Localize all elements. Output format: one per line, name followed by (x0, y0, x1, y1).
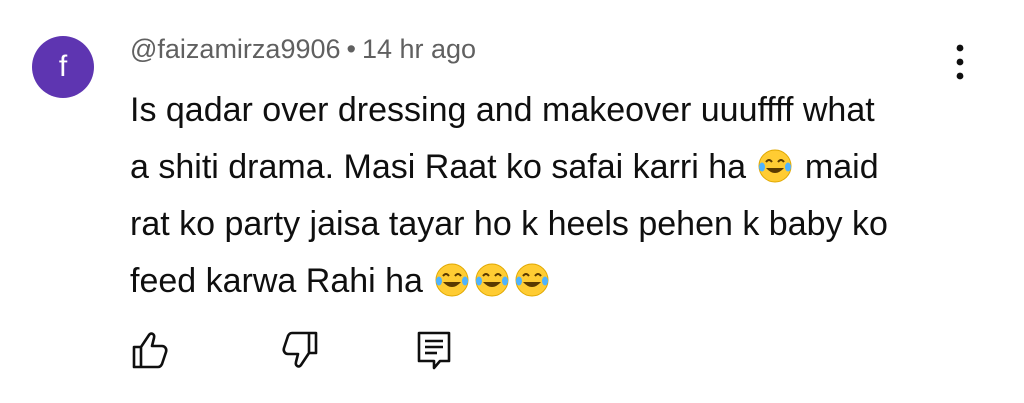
comment-text-line-4: feed karwa Rahi ha (130, 262, 423, 300)
meta-separator: • (346, 34, 356, 64)
author-name[interactable]: @faizamirza9906 (130, 34, 341, 64)
laughing-emoji-icon (514, 259, 550, 297)
comment-text-line-2-after: maid (795, 148, 879, 186)
comment-item: f @faizamirza9906 • 14 hr ago Is qadar ove… (0, 0, 1024, 403)
comment-header: @faizamirza9906 • 14 hr ago (130, 34, 476, 65)
laughing-emoji-icon (757, 145, 793, 183)
comment-text-line-2: a shiti drama. Masi Raat ko safai karri … (130, 148, 747, 186)
comment-text-line-1: Is qadar over dressing and makeover uuuf… (130, 91, 875, 129)
avatar-letter: f (58, 50, 68, 83)
timestamp[interactable]: 14 hr ago (362, 34, 476, 64)
reply-comment-icon[interactable] (412, 328, 456, 372)
thumbs-up-icon[interactable] (128, 328, 172, 372)
laughing-emoji-icon (434, 259, 470, 297)
laughing-emoji-icon (474, 259, 510, 297)
thumbs-down-icon[interactable] (278, 328, 322, 372)
more-vertical-icon[interactable] (946, 40, 974, 84)
comment-text-line-3: rat ko party jaisa tayar ho k heels pehe… (130, 205, 888, 243)
comment-text: Is qadar over dressing and makeover uuuf… (130, 82, 970, 310)
avatar[interactable]: f (32, 36, 94, 98)
